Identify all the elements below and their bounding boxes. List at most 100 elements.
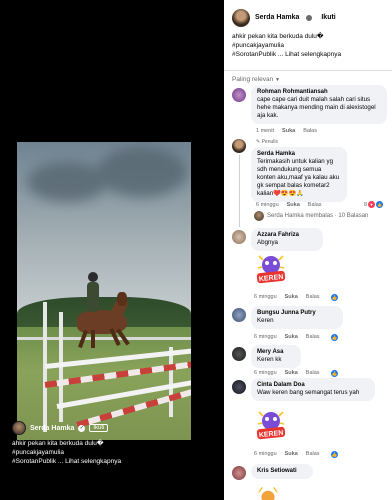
- comment-bubble: Serda Hamka Terimakasih untuk kalian yg …: [251, 147, 347, 202]
- comment-time[interactable]: 6 minggu: [254, 370, 277, 376]
- comment-text: Keren kk: [257, 356, 282, 363]
- video-cloud: [27, 162, 107, 202]
- video-player[interactable]: [17, 142, 191, 440]
- heart-icon: ♥: [368, 201, 376, 208]
- like-button[interactable]: Suka: [285, 294, 298, 300]
- comment-bubble: Kris Setiowati: [251, 464, 313, 479]
- like-reaction-icon[interactable]: 👍: [331, 334, 338, 341]
- comment-time[interactable]: 6 minggu: [256, 202, 279, 208]
- avatar: [254, 211, 264, 221]
- comment-text: cape cape cari duit malah salah cari sit…: [257, 96, 376, 119]
- sort-label: Paling relevan: [232, 76, 274, 83]
- avatar[interactable]: [232, 308, 246, 322]
- commenter-name[interactable]: Bungsu Junna Putry: [257, 309, 337, 317]
- comment-time[interactable]: 6 minggu: [254, 334, 277, 340]
- pinned-text: Penulis: [261, 139, 278, 145]
- follow-button[interactable]: Ikuti: [321, 14, 335, 21]
- comment-actions: 6 minggu Suka Balas: [254, 451, 334, 457]
- reaction-summary[interactable]: 8 ♥ 👍: [364, 201, 384, 208]
- like-button[interactable]: Suka: [285, 451, 298, 457]
- post-line-see-more[interactable]: #SorotanPublik ... Lihat selengkapnya: [232, 50, 384, 59]
- avatar[interactable]: [232, 88, 246, 102]
- rider: [87, 282, 99, 312]
- view-replies-link[interactable]: Serda Hamka membalas · 10 Balasan: [254, 211, 368, 221]
- reply-button[interactable]: Balas: [306, 451, 320, 457]
- like-button[interactable]: Suka: [285, 370, 298, 376]
- chevron-down-icon: ▼: [275, 77, 280, 83]
- comment-time[interactable]: 6 minggu: [254, 294, 277, 300]
- post-text: ahkir pekan kita berkuda dulu� #puncakja…: [224, 28, 392, 59]
- comment-text: Abgnya: [257, 239, 278, 246]
- comment-text: Terimakasih untuk kalian yg sdh mendukun…: [257, 158, 340, 197]
- comment-bubble: Rohman Rohmantiansah cape cape cari duit…: [251, 85, 387, 124]
- like-icon: 👍: [376, 201, 384, 208]
- commenter-name[interactable]: Azzara Fahriza: [257, 231, 317, 239]
- video-caption-header: Serda Hamka ✓ Ikuti: [12, 421, 202, 435]
- comment-bubble: Cinta Dalam Doa Waw keren bang semangat …: [251, 378, 375, 401]
- sticker-text: KEREN: [259, 274, 284, 284]
- comment-text: Keren: [257, 317, 274, 324]
- commenter-name[interactable]: Rohman Rohmantiansah: [257, 88, 381, 96]
- commenter-name[interactable]: Kris Setiowati: [257, 467, 307, 475]
- avatar[interactable]: [232, 380, 246, 394]
- caption-text: ahkir pekan kita berkuda dulu� #puncakja…: [12, 439, 202, 466]
- comment-actions: 6 minggu Suka Balas: [254, 294, 334, 300]
- comment-text: Waw keren bang semangat terus yah: [257, 389, 360, 396]
- commenter-name[interactable]: Serda Hamka: [257, 150, 341, 158]
- horse-head: [117, 292, 127, 306]
- avatar[interactable]: [232, 347, 246, 361]
- sticker-partial: [258, 487, 278, 500]
- avatar[interactable]: [232, 230, 246, 244]
- like-button[interactable]: Suka: [285, 334, 298, 340]
- reply-button[interactable]: Balas: [303, 128, 317, 134]
- caption-line: ahkir pekan kita berkuda dulu�: [12, 440, 104, 447]
- reaction-count: 8: [364, 201, 368, 208]
- like-button[interactable]: Suka: [287, 202, 300, 208]
- comment-actions: 1 menit Suka Balas: [256, 128, 317, 134]
- reply-button[interactable]: Balas: [308, 202, 322, 208]
- post-line: ahkir pekan kita berkuda dulu�: [232, 33, 324, 40]
- sticker-text: KEREN: [259, 430, 284, 440]
- post-hashtag[interactable]: #puncakjayamulia: [232, 41, 384, 50]
- jump-pole: [169, 347, 173, 417]
- reply-button[interactable]: Balas: [306, 294, 320, 300]
- keren-sticker: KEREN: [256, 411, 286, 440]
- comment-actions: 6 minggu Suka Balas: [254, 370, 334, 376]
- avatar[interactable]: [232, 466, 246, 480]
- author-name[interactable]: Serda Hamka: [30, 425, 74, 432]
- verified-icon: [306, 14, 313, 21]
- comment-bubble: Azzara Fahriza Abgnya: [251, 228, 323, 251]
- avatar[interactable]: [232, 139, 246, 153]
- rider-head: [88, 272, 98, 282]
- replies-label: Serda Hamka membalas · 10 Balasan: [267, 213, 369, 219]
- verified-icon: ✓: [78, 424, 86, 432]
- comment-time[interactable]: 1 menit: [256, 128, 274, 134]
- comments-panel: Serda Hamka Ikuti ahkir pekan kita berku…: [224, 0, 392, 500]
- thread-line: [239, 155, 240, 227]
- comment-time[interactable]: 6 minggu: [254, 451, 277, 457]
- pinned-label: ✎ Penulis: [256, 139, 278, 145]
- sort-dropdown[interactable]: Paling relevan ▼: [224, 71, 392, 85]
- comment-bubble: Mery Asa Keren kk: [251, 345, 301, 368]
- like-reaction-icon[interactable]: 👍: [331, 451, 338, 458]
- like-reaction-icon[interactable]: 👍: [331, 294, 338, 301]
- reply-button[interactable]: Balas: [306, 334, 320, 340]
- follow-button[interactable]: Ikuti: [89, 424, 109, 432]
- reply-button[interactable]: Balas: [306, 370, 320, 376]
- comment-actions: 6 minggu Suka Balas: [254, 334, 334, 340]
- pin-icon: ✎: [256, 139, 261, 145]
- comment-bubble: Bungsu Junna Putry Keren: [251, 306, 343, 329]
- avatar[interactable]: [232, 8, 250, 27]
- video-cloud: [97, 147, 187, 197]
- post-header: Serda Hamka Ikuti: [224, 0, 392, 28]
- commenter-name[interactable]: Mery Asa: [257, 348, 295, 356]
- video-caption: Serda Hamka ✓ Ikuti ahkir pekan kita ber…: [12, 421, 202, 466]
- commenter-name[interactable]: Cinta Dalam Doa: [257, 381, 369, 389]
- like-reaction-icon[interactable]: 👍: [331, 370, 338, 377]
- caption-hashtag[interactable]: #puncakjayamulia: [12, 448, 202, 457]
- like-button[interactable]: Suka: [282, 128, 295, 134]
- horse-leg: [91, 330, 95, 348]
- caption-line-see-more[interactable]: #SorotanPublik ... Lihat selengkapnya: [12, 457, 202, 466]
- author-name[interactable]: Serda Hamka: [255, 14, 299, 21]
- avatar[interactable]: [12, 421, 26, 435]
